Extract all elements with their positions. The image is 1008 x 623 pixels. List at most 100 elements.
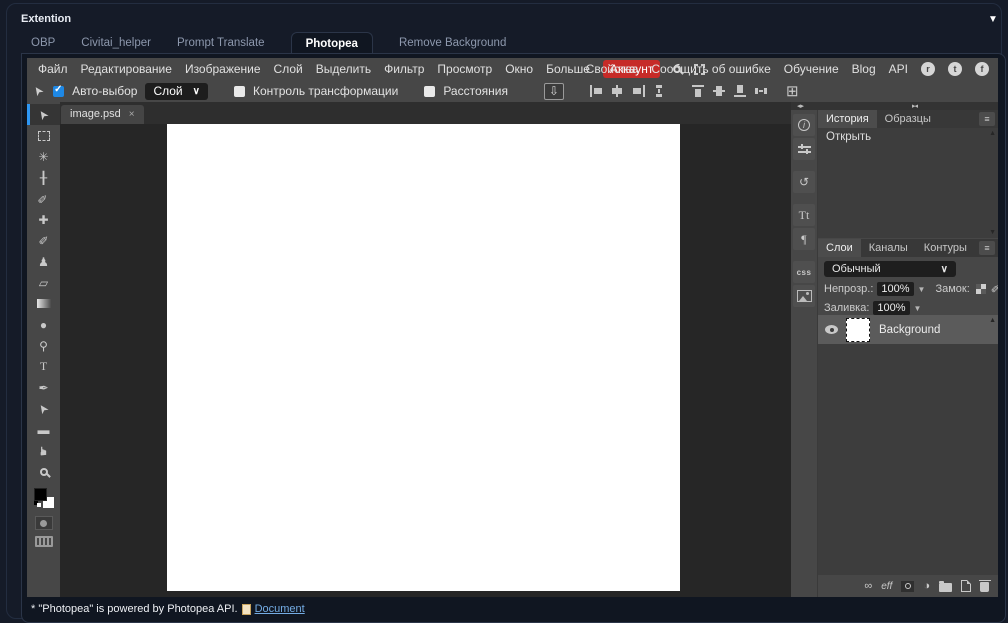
move-tool[interactable]: ➤ — [27, 104, 60, 125]
place-image-button[interactable]: ⇩ — [543, 82, 564, 100]
tab-layers[interactable]: Слои — [818, 239, 861, 257]
menu-filter[interactable]: Фильтр — [384, 62, 424, 76]
link-layers-icon[interactable]: ∞ — [864, 580, 872, 592]
pen-tool[interactable]: ✒ — [27, 377, 60, 398]
new-layer-icon[interactable] — [961, 580, 971, 592]
menu-properties[interactable]: Свойства — [586, 62, 639, 76]
distribute-vertical-icon[interactable] — [653, 85, 666, 97]
keyboard-shortcuts-button[interactable] — [34, 536, 53, 547]
eraser-tool[interactable]: ▱ — [27, 272, 60, 293]
history-brush-button[interactable]: ↺ — [793, 171, 815, 193]
history-menu-icon[interactable]: ≡ — [979, 112, 995, 126]
opacity-slider-icon[interactable]: ▼ — [918, 285, 926, 294]
menu-layer[interactable]: Слой — [274, 62, 303, 76]
history-step-open[interactable]: Открыть — [818, 128, 998, 146]
lock-pixels-icon[interactable]: ✐ — [991, 283, 998, 296]
tab-paths[interactable]: Контуры — [916, 239, 975, 257]
layers-menu-icon[interactable]: ≡ — [979, 241, 995, 255]
distances-checkbox[interactable] — [424, 85, 436, 97]
css-panel-button[interactable]: css — [793, 261, 815, 283]
menu-image[interactable]: Изображение — [185, 62, 261, 76]
tab-channels[interactable]: Каналы — [861, 239, 916, 257]
blur-tool[interactable]: ● — [27, 314, 60, 335]
fill-slider-icon[interactable]: ▼ — [914, 304, 922, 313]
eyedropper-tool[interactable]: ✎ — [27, 188, 60, 209]
tab-prompt-translate[interactable]: Prompt Translate — [177, 32, 265, 54]
menu-learn[interactable]: Обучение — [784, 62, 839, 76]
gradient-tool[interactable] — [27, 293, 60, 314]
default-colors-icon[interactable] — [33, 501, 41, 507]
menu-edit[interactable]: Редактирование — [81, 62, 172, 76]
image-panel-button[interactable] — [793, 285, 815, 307]
adjustments-panel-button[interactable] — [793, 138, 815, 160]
auto-select-checkbox[interactable] — [53, 84, 65, 97]
distribute-horizontal-icon[interactable] — [754, 85, 768, 97]
new-group-icon[interactable] — [939, 580, 952, 592]
visibility-eye-icon[interactable] — [825, 325, 838, 334]
facebook-icon[interactable]: f — [975, 62, 989, 76]
opacity-value[interactable]: 100% — [877, 282, 914, 296]
lock-transparency-icon[interactable] — [975, 284, 986, 294]
paragraph-panel-button[interactable]: ¶ — [793, 228, 815, 250]
transform-controls-checkbox[interactable] — [233, 85, 245, 97]
info-panel-button[interactable]: i — [793, 114, 815, 136]
color-swatches[interactable] — [33, 488, 54, 508]
menu-blog[interactable]: Blog — [852, 62, 876, 76]
align-top-icon[interactable] — [691, 85, 705, 97]
scroll-up-icon[interactable]: ▲ — [989, 317, 996, 324]
spot-heal-tool[interactable]: ✚ — [27, 209, 60, 230]
tab-remove-background[interactable]: Remove Background — [399, 32, 506, 54]
menu-view[interactable]: Просмотр — [437, 62, 492, 76]
tab-photopea[interactable]: Photopea — [290, 32, 373, 54]
twitter-icon[interactable]: t — [948, 62, 962, 76]
menu-api[interactable]: API — [889, 62, 908, 76]
delete-layer-icon[interactable] — [978, 579, 991, 592]
crop-tool[interactable]: ╂ — [27, 167, 60, 188]
magic-wand-tool[interactable]: ✳ — [27, 146, 60, 167]
add-mask-icon[interactable] — [901, 580, 915, 592]
quick-mask-button[interactable] — [34, 516, 53, 530]
character-panel-button[interactable]: Tt — [793, 204, 815, 226]
layer-effects-icon[interactable]: eff — [881, 581, 892, 592]
type-tool[interactable]: T — [27, 356, 60, 377]
tab-history[interactable]: История — [818, 110, 877, 128]
select-tool[interactable] — [27, 125, 60, 146]
menu-report-bug[interactable]: Сообщить об ошибке — [651, 62, 770, 76]
align-right-icon[interactable] — [632, 85, 645, 97]
document-tab[interactable]: image.psd × — [61, 105, 144, 124]
layer-row-background[interactable]: Background — [818, 315, 998, 344]
scroll-down-icon[interactable]: ▼ — [989, 229, 996, 236]
tab-swatches[interactable]: Образцы — [877, 110, 939, 128]
collapse-right-icon[interactable]: ▸◂ — [912, 102, 918, 110]
document-link[interactable]: Document — [255, 603, 305, 615]
align-left-icon[interactable] — [589, 85, 603, 97]
fill-value[interactable]: 100% — [873, 301, 910, 315]
path-select-tool[interactable]: ➤ — [27, 398, 60, 419]
scroll-up-icon[interactable]: ▲ — [989, 130, 996, 137]
align-middle-icon[interactable] — [712, 85, 726, 97]
target-mode-dropdown[interactable]: Слой ∨ — [145, 82, 208, 100]
tab-obp[interactable]: OBP — [31, 32, 55, 54]
arrange-grid-icon[interactable]: ⊞ — [786, 82, 799, 100]
hand-tool[interactable]: ☛ — [27, 440, 60, 461]
align-bottom-icon[interactable] — [733, 85, 747, 97]
layer-thumbnail[interactable] — [846, 317, 870, 342]
adjustment-layer-icon[interactable]: ◑ — [923, 580, 930, 592]
tab-civitai-helper[interactable]: Civitai_helper — [81, 32, 151, 54]
close-icon[interactable]: × — [129, 109, 135, 120]
brush-tool[interactable]: ✐ — [27, 230, 60, 251]
accordion-collapse-icon[interactable]: ▼ — [988, 14, 998, 25]
menu-select[interactable]: Выделить — [316, 62, 371, 76]
rectangle-tool[interactable]: ▬ — [27, 419, 60, 440]
document-canvas[interactable] — [167, 124, 680, 591]
menu-file[interactable]: Файл — [38, 62, 68, 76]
blend-mode-dropdown[interactable]: Обычный ∨ — [824, 261, 956, 277]
foreground-color-swatch[interactable] — [33, 488, 47, 501]
clone-stamp-tool[interactable]: ♟ — [27, 251, 60, 272]
dodge-tool[interactable]: ⚲ — [27, 335, 60, 356]
menu-window[interactable]: Окно — [505, 62, 533, 76]
menu-more[interactable]: Больше — [546, 62, 590, 76]
reddit-icon[interactable]: r — [921, 62, 935, 76]
align-center-icon[interactable] — [611, 85, 624, 97]
collapse-left-icon[interactable]: ◂▸ — [797, 102, 804, 110]
